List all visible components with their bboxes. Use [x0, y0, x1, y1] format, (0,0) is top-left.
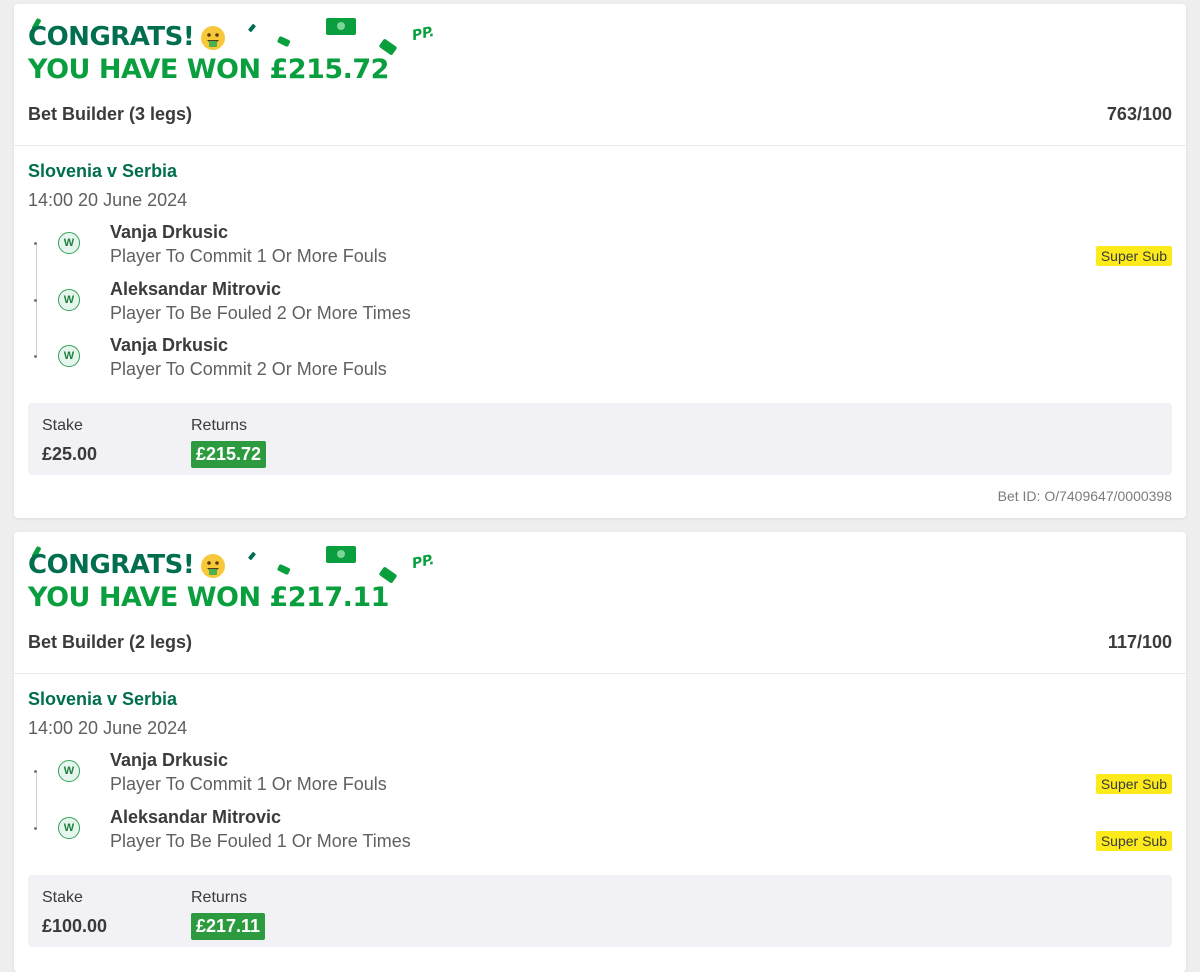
money-mouth-face-icon: [201, 553, 226, 578]
win-check-icon: W: [58, 232, 80, 254]
divider: [14, 673, 1186, 674]
stake-label: Stake: [42, 417, 83, 434]
stake-value: £100.00: [42, 916, 108, 936]
super-sub-badge: Super Sub: [1095, 830, 1172, 851]
bet-card-2: CONGRATS! YOU HAVE WON £217.11 PP. Bet B…: [14, 532, 1186, 972]
event-name[interactable]: Slovenia v Serbia: [28, 689, 177, 710]
bet-type-title: Bet Builder (3 legs): [28, 104, 193, 124]
bet-odds: 763/100: [1106, 104, 1172, 124]
bet-header: Bet Builder (3 legs) 763/100: [28, 104, 1172, 125]
stake-value: £25.00: [42, 444, 98, 464]
divider: [14, 145, 1186, 146]
leg-player: Aleksandar Mitrovic: [110, 806, 282, 827]
leg-item: W Aleksandar Mitrovic Player To Be Foule…: [28, 805, 1172, 862]
super-sub-badge: Super Sub: [1095, 246, 1172, 266]
leg-list: W Vanja Drkusic Player To Commit 1 Or Mo…: [28, 748, 1172, 861]
super-sub-badge: Super Sub: [1095, 774, 1172, 794]
leg-market: Player To Commit 1 Or More Fouls: [110, 774, 387, 794]
bet-card-1: CONGRATS! YOU HAVE WON £215.72 PP. Bet B…: [14, 4, 1186, 518]
stake-returns-panel: Stake £100.00 Returns £217.11: [28, 875, 1172, 947]
stake-label: Stake: [42, 889, 83, 906]
stake-returns-panel: Stake £25.00 Returns £215.72: [28, 403, 1172, 475]
leg-market: Player To Commit 2 Or More Fouls: [110, 359, 387, 379]
returns-label: Returns: [191, 889, 248, 906]
leg-player: Vanja Drkusic: [110, 222, 229, 242]
bet-type-title: Bet Builder (2 legs): [28, 632, 193, 652]
win-check-icon: W: [58, 760, 80, 782]
leg-dot: [34, 242, 37, 245]
won-amount-heading: YOU HAVE WON £217.11: [28, 582, 389, 613]
bet-id: Bet ID: O/7409647/0000398: [997, 488, 1172, 504]
event-date: 14:00 20 June 2024: [28, 718, 188, 738]
leg-item: W Vanja Drkusic Player To Commit 1 Or Mo…: [28, 220, 1172, 277]
win-banner: CONGRATS! YOU HAVE WON £215.72 PP.: [14, 4, 1186, 99]
event-date: 14:00 20 June 2024: [28, 190, 188, 210]
bet-odds: 117/100: [1107, 632, 1172, 652]
win-banner: CONGRATS! YOU HAVE WON £217.11 PP.: [14, 532, 1186, 627]
leg-player: Aleksandar Mitrovic: [110, 278, 282, 299]
congrats-heading: CONGRATS!: [28, 552, 226, 579]
congrats-heading: CONGRATS!: [28, 24, 226, 51]
leg-market: Player To Be Fouled 2 Or More Times: [110, 302, 411, 323]
leg-market: Player To Commit 1 Or More Fouls: [110, 246, 387, 266]
returns-value: £215.72: [191, 441, 267, 468]
leg-market: Player To Be Fouled 1 Or More Times: [110, 830, 411, 851]
win-check-icon: W: [58, 345, 80, 367]
win-check-icon: W: [58, 816, 80, 839]
leg-dot: [34, 770, 37, 773]
leg-list: W Vanja Drkusic Player To Commit 1 Or Mo…: [28, 220, 1172, 390]
leg-item: W Vanja Drkusic Player To Commit 2 Or Mo…: [28, 333, 1172, 390]
leg-dot: [34, 298, 37, 302]
leg-player: Vanja Drkusic: [110, 750, 229, 770]
leg-dot: [34, 826, 37, 830]
returns-value: £217.11: [191, 913, 266, 940]
won-amount-heading: YOU HAVE WON £215.72: [28, 54, 389, 85]
bet-header: Bet Builder (2 legs) 117/100: [28, 632, 1172, 653]
returns-label: Returns: [191, 417, 248, 434]
leg-item: W Aleksandar Mitrovic Player To Be Foule…: [28, 277, 1172, 334]
leg-player: Vanja Drkusic: [110, 335, 229, 355]
leg-dot: [34, 355, 37, 358]
win-check-icon: W: [58, 288, 80, 311]
event-name[interactable]: Slovenia v Serbia: [28, 161, 177, 182]
money-mouth-face-icon: [201, 25, 226, 50]
leg-item: W Vanja Drkusic Player To Commit 1 Or Mo…: [28, 748, 1172, 805]
